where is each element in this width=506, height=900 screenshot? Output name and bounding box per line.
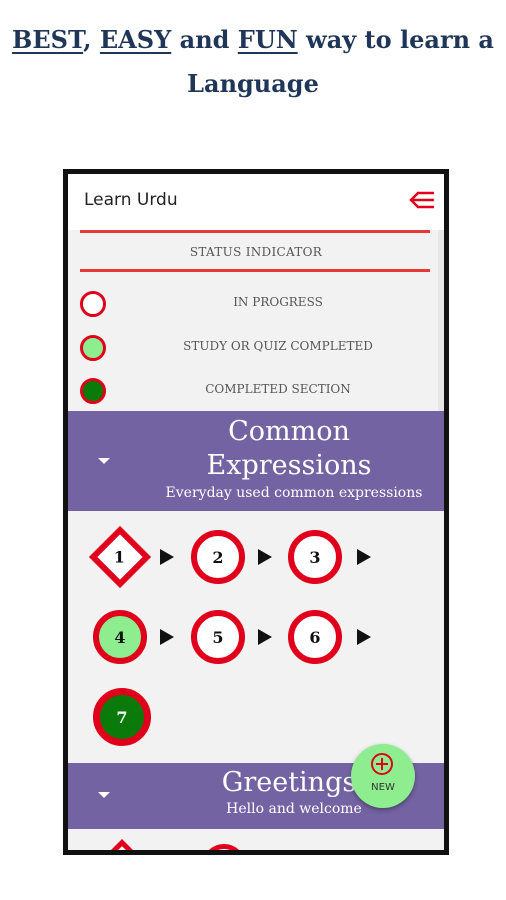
path-arrow-icon [160,629,174,645]
legend-row-in-progress: IN PROGRESS [68,289,444,319]
lesson-node-2[interactable]: 2 [191,530,245,584]
lesson-node-number: 7 [116,707,128,727]
lesson-node-number: 1 [114,547,126,567]
chevron-down-icon[interactable] [98,458,110,464]
menu-arrow-icon[interactable] [408,189,436,211]
lesson-node-4[interactable]: 4 [93,610,147,664]
promo-headline-line1: BEST, EASY and FUN way to learn a [0,18,506,62]
lesson-node-number: 5 [212,627,224,647]
promo-headline: BEST, EASY and FUN way to learn a Langua… [0,18,506,106]
legend-row-study-completed: STUDY OR QUIZ COMPLETED [68,333,444,363]
path-arrow-icon [357,549,371,565]
lesson-node-peek [202,844,246,850]
lesson-node-number: 4 [114,627,126,647]
fab-label: NEW [371,782,395,793]
phone-frame: Learn Urdu STATUS INDICATOR IN PROGRESS … [63,169,449,855]
status-indicator-panel: STATUS INDICATOR IN PROGRESS STUDY OR QU… [68,230,444,411]
lesson-node-number: 3 [309,547,321,567]
divider-top [80,230,430,233]
path-arrow-icon [357,629,371,645]
lesson-node-number: 2 [212,547,224,567]
promo-headline-line2: Language [187,69,319,98]
app-bar: Learn Urdu [68,174,444,230]
headline-sep1: , [83,25,100,54]
lesson-node-number: 6 [309,627,321,647]
lesson-node-6[interactable]: 6 [288,610,342,664]
chevron-down-icon[interactable] [98,792,110,798]
legend-label-section-completed: COMPLETED SECTION [205,382,351,396]
scrollbar[interactable] [438,230,444,411]
legend-label-study-completed: STUDY OR QUIZ COMPLETED [183,339,373,353]
section-subtitle: Everyday used common expressions [165,485,423,501]
headline-word-fun: FUN [237,25,298,54]
path-arrow-icon [160,549,174,565]
section-completed-indicator-icon [80,378,106,404]
headline-word-best: BEST [12,25,84,54]
in-progress-indicator-icon [80,291,106,317]
headline-sep2: and [171,25,238,54]
legend-label-in-progress: IN PROGRESS [233,295,323,309]
divider-bottom [80,269,430,272]
headline-rest: way to learn a [297,25,494,54]
section-header-common-expressions[interactable]: Common Expressions Everyday used common … [68,411,444,511]
new-fab-button[interactable]: NEW [351,744,415,808]
path-arrow-icon [258,549,272,565]
lesson-node-1[interactable]: 1 [88,525,152,589]
lesson-node-5[interactable]: 5 [191,610,245,664]
section-title-line2: Expressions [206,450,372,481]
path-arrow-icon [258,629,272,645]
study-completed-indicator-icon [80,335,106,361]
add-circle-icon [371,753,393,775]
headline-word-easy: EASY [99,25,172,54]
lesson-node-3[interactable]: 3 [288,530,342,584]
section-title-line1: Common [228,416,350,447]
lesson-node-7[interactable]: 7 [93,688,151,746]
app-title: Learn Urdu [84,190,178,210]
legend-row-section-completed: COMPLETED SECTION [68,376,444,406]
status-indicator-title: STATUS INDICATOR [189,245,323,259]
lesson-node-peek [105,839,139,850]
